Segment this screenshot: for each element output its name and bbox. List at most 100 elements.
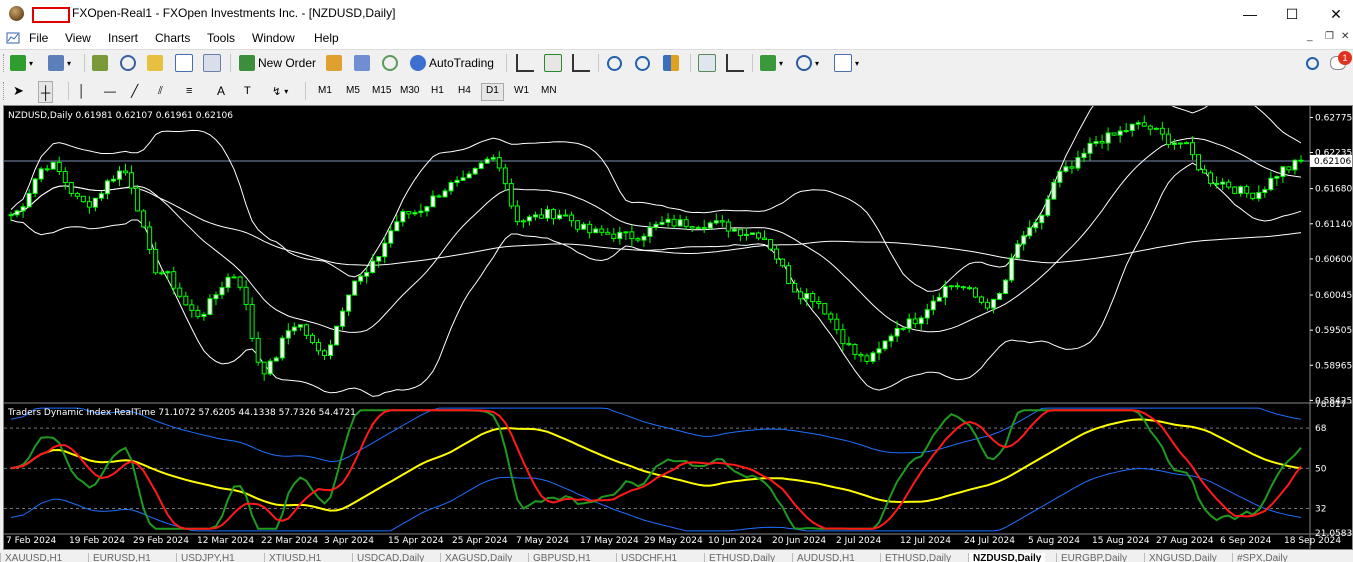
candle-body <box>32 178 38 194</box>
candle-body <box>1202 169 1208 174</box>
timeframe-m30-button[interactable]: M30 <box>396 83 423 99</box>
chart-tab[interactable]: XAUUSD,H1 <box>0 553 66 562</box>
timeframe-m5-button[interactable]: M5 <box>342 83 364 99</box>
timeframe-m1-button[interactable]: M1 <box>314 83 336 99</box>
autotrading-button[interactable]: AutoTrading <box>410 53 494 73</box>
toolbar-grip <box>3 82 7 100</box>
zoom-out-button[interactable] <box>635 53 650 73</box>
timeframe-mn-button[interactable]: MN <box>537 83 561 99</box>
community-button[interactable] <box>354 53 370 73</box>
templates-button[interactable]: ▾ <box>834 53 859 73</box>
candle-body <box>1033 222 1039 229</box>
data-window-button[interactable] <box>120 53 136 73</box>
menu-insert[interactable]: Insert <box>108 31 138 45</box>
candle-body <box>1015 243 1021 259</box>
date-tick-label: 15 Apr 2024 <box>388 536 444 546</box>
minimize-button[interactable]: — <box>1227 0 1273 28</box>
arrows-button[interactable]: ↯ ▾ <box>272 81 288 101</box>
metaeditor-button[interactable] <box>326 53 342 73</box>
chart-tab[interactable]: XTIUSD,H1 <box>264 553 325 562</box>
date-tick-label: 18 Sep 2024 <box>1284 536 1342 546</box>
maximize-button[interactable]: ☐ <box>1269 0 1315 28</box>
horizontal-line-button[interactable]: — <box>104 81 116 101</box>
mdi-restore-button[interactable]: ❐ <box>1325 31 1334 42</box>
candle-body <box>1214 182 1220 185</box>
menu-tools[interactable]: Tools <box>207 31 235 45</box>
chart-tab[interactable]: GBPUSD,H1 <box>528 553 595 562</box>
candle-body <box>514 205 520 223</box>
candle-body <box>774 248 780 260</box>
bar-chart-button[interactable] <box>516 53 534 73</box>
chart-tab[interactable]: NZDUSD,Daily <box>968 553 1046 562</box>
date-tick-label: 29 May 2024 <box>644 536 703 546</box>
chart-shift-button[interactable] <box>726 53 744 73</box>
candle-body <box>1220 181 1226 185</box>
crosshair-tool-button[interactable]: ┼ <box>38 81 54 103</box>
auto-scroll-button[interactable] <box>698 53 716 73</box>
chart-tab[interactable]: ETHUSD,Daily <box>704 553 779 562</box>
signals-button[interactable] <box>382 53 398 73</box>
notifications-button[interactable]: 1 <box>1330 51 1352 73</box>
candle-body <box>924 309 930 319</box>
menu-charts[interactable]: Charts <box>155 31 190 45</box>
menu-help[interactable]: Help <box>314 31 339 45</box>
timeframe-d1-button[interactable]: D1 <box>481 83 504 101</box>
periods-button[interactable]: ▾ <box>796 53 819 73</box>
candle-body <box>659 221 665 225</box>
tile-windows-button[interactable] <box>663 53 679 73</box>
date-tick-label: 6 Sep 2024 <box>1220 536 1272 546</box>
new-order-button[interactable]: New Order <box>239 53 316 73</box>
candle-body <box>737 228 743 237</box>
candle-body <box>900 327 906 330</box>
chart-tab[interactable]: USDCHF,H1 <box>616 553 681 562</box>
timeframe-h1-button[interactable]: H1 <box>427 83 448 99</box>
chart-tab[interactable]: EURUSD,H1 <box>88 553 155 562</box>
chart-tab[interactable]: XAGUSD,Daily <box>440 553 516 562</box>
cursor-tool-button[interactable]: ➤ <box>13 81 24 101</box>
trendline-button[interactable]: ╱ <box>131 81 138 101</box>
chart-tab[interactable]: ETHUSD,Daily <box>880 553 955 562</box>
timeframe-h4-button[interactable]: H4 <box>454 83 475 99</box>
new-chart-button[interactable]: ▾ <box>10 53 33 73</box>
timeframe-m15-button[interactable]: M15 <box>368 83 395 99</box>
candle-body <box>876 348 882 354</box>
chart-tab[interactable]: #SPX,Daily <box>1232 553 1292 562</box>
search-button[interactable] <box>1306 53 1319 73</box>
chart-tab[interactable]: XNGUSD,Daily <box>1144 553 1221 562</box>
drawing-toolbar: ➤ ┼ │ — ╱ ⫽ ≡ A T ↯ ▾ M1 M5 M15 M30 H1 H4 D1 W1 M… <box>0 78 1353 104</box>
close-button[interactable]: ✕ <box>1313 0 1353 28</box>
menu-file[interactable]: File <box>29 31 48 45</box>
navigator-button[interactable] <box>147 53 163 73</box>
market-watch-button[interactable] <box>92 53 108 73</box>
menu-view[interactable]: View <box>65 31 91 45</box>
text-tool-button[interactable]: A <box>217 81 225 101</box>
strategy-tester-button[interactable] <box>203 53 221 73</box>
zoom-in-button[interactable] <box>607 53 622 73</box>
mdi-close-button[interactable]: ✕ <box>1341 31 1349 42</box>
candle-body <box>587 223 593 234</box>
vertical-line-button[interactable]: │ <box>78 81 86 101</box>
chart-tab[interactable]: AUDUSD,H1 <box>792 553 859 562</box>
chart-tab[interactable]: EURGBP,Daily <box>1056 553 1131 562</box>
candle-body <box>1244 186 1250 194</box>
equidistant-channel-button[interactable]: ⫽ <box>158 81 163 101</box>
timeframe-w1-button[interactable]: W1 <box>510 83 533 99</box>
candlestick-button[interactable] <box>544 53 562 73</box>
chart-tab[interactable]: USDCAD,Daily <box>352 553 428 562</box>
toolbar-separator <box>230 54 231 72</box>
text-label-button[interactable]: T <box>244 81 251 101</box>
mdi-minimize-button[interactable]: _ <box>1307 31 1313 42</box>
candle-body <box>665 218 671 223</box>
candle-body <box>297 324 303 328</box>
profiles-button[interactable]: ▾ <box>48 53 71 73</box>
chart-window[interactable]: 0.62775 0.62235 0.61680 0.61140 0.60600 0.600… <box>3 105 1353 550</box>
candle-body <box>551 209 557 220</box>
terminal-button[interactable] <box>175 53 193 73</box>
indicators-button[interactable]: ▾ <box>760 53 783 73</box>
candle-body <box>743 233 749 237</box>
menu-window[interactable]: Window <box>252 31 295 45</box>
fibonacci-button[interactable]: ≡ <box>186 81 192 101</box>
line-chart-button[interactable] <box>572 53 590 73</box>
candle-body <box>1226 181 1232 188</box>
chart-tab[interactable]: USDJPY,H1 <box>176 553 239 562</box>
